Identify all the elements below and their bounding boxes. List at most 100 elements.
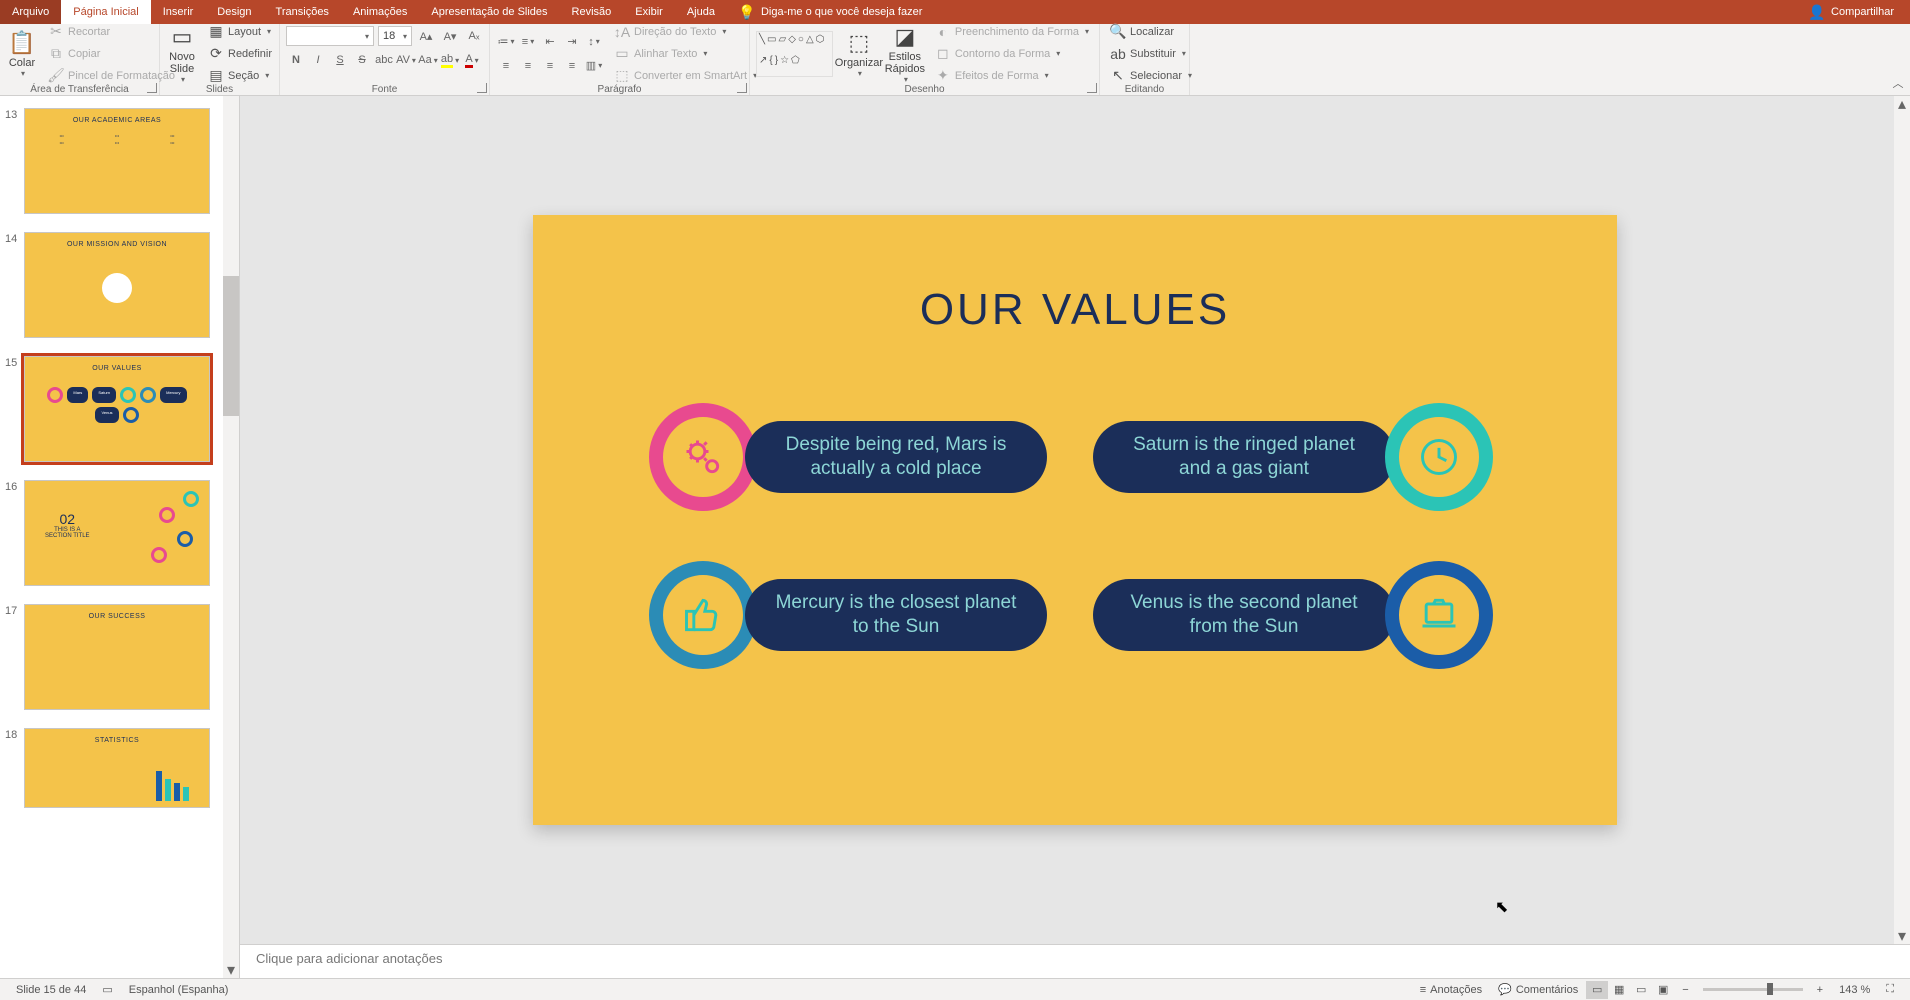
shape-effects-button[interactable]: ✦Efeitos de Forma▾ [931, 66, 1093, 86]
increase-font-button[interactable]: A▴ [416, 26, 436, 46]
normal-view-button[interactable]: ▭ [1586, 981, 1608, 999]
align-center-button[interactable]: ≡ [518, 56, 538, 76]
tab-slideshow[interactable]: Apresentação de Slides [419, 0, 559, 24]
slide-thumb-15[interactable]: 15 OUR VALUES Mars Saturn Mercury Venus [24, 356, 210, 462]
clear-format-button[interactable]: Aₓ [464, 26, 484, 46]
zoom-slider[interactable] [1703, 988, 1803, 991]
bold-button[interactable]: N [286, 50, 306, 70]
reading-view-button[interactable]: ▭ [1630, 981, 1652, 999]
language-button[interactable]: Espanhol (Espanha) [121, 984, 237, 996]
group-label: Parágrafo [490, 84, 749, 95]
reset-button[interactable]: ⟳Redefinir [204, 44, 276, 64]
comments-button[interactable]: 💬Comentários [1490, 983, 1586, 996]
tab-help[interactable]: Ajuda [675, 0, 727, 24]
tab-animations[interactable]: Animações [341, 0, 419, 24]
layout-button[interactable]: ▦Layout▾ [204, 22, 276, 42]
paragraph-launcher-icon[interactable] [737, 83, 747, 93]
bullets-button[interactable]: ≔▾ [496, 32, 516, 52]
sorter-view-button[interactable]: ▦ [1608, 981, 1630, 999]
zoom-out-button[interactable]: − [1674, 984, 1696, 996]
line-spacing-icon: ↕ [588, 36, 594, 48]
cut-button[interactable]: ✂Recortar [44, 22, 179, 42]
shape-fill-button[interactable]: ◐Preenchimento da Forma▾ [931, 22, 1093, 42]
zoom-handle[interactable] [1767, 983, 1773, 995]
value-ring-4 [1385, 561, 1493, 669]
scroll-thumb[interactable] [223, 276, 239, 416]
scroll-down-button[interactable]: ▾ [223, 962, 239, 978]
clipboard-launcher-icon[interactable] [147, 83, 157, 93]
align-left-button[interactable]: ≡ [496, 56, 516, 76]
new-slide-button[interactable]: ▭ Novo Slide ▾ [166, 21, 198, 86]
fit-window-button[interactable]: ⛶ [1878, 983, 1902, 996]
columns-button[interactable]: ▥▾ [584, 56, 604, 76]
find-button[interactable]: 🔍Localizar [1106, 22, 1178, 42]
text-direction-button[interactable]: ↕ADireção do Texto▾ [610, 22, 761, 42]
collapse-ribbon-button[interactable]: ︿ [1886, 24, 1910, 95]
find-icon: 🔍 [1110, 24, 1126, 40]
align-text-button[interactable]: ▭Alinhar Texto▾ [610, 44, 761, 64]
notes-placeholder: Clique para adicionar anotações [256, 951, 442, 966]
group-slides: ▭ Novo Slide ▾ ▦Layout▾ ⟳Redefinir ▤Seçã… [160, 24, 280, 95]
scroll-track[interactable] [223, 96, 239, 978]
justify-button[interactable]: ≡ [562, 56, 582, 76]
drawing-launcher-icon[interactable] [1087, 83, 1097, 93]
font-color-button[interactable]: A▾ [462, 50, 482, 70]
numbering-button[interactable]: ≡▾ [518, 32, 538, 52]
highlight-button[interactable]: ab▾ [440, 50, 460, 70]
thumb-title: OUR MISSION AND VISION [25, 241, 209, 248]
thumb-title: OUR ACADEMIC AREAS [25, 117, 209, 124]
notes-icon: ≡ [1420, 984, 1426, 996]
group-label: Editando [1100, 84, 1189, 95]
tab-view[interactable]: Exibir [623, 0, 675, 24]
shapes-gallery[interactable]: ╲▭▱◇○△ ⬡↗{}☆⬠ [756, 31, 833, 77]
value-card-2: Saturn is the ringed planet and a gas gi… [1093, 421, 1395, 493]
share-button[interactable]: 👤 Compartilhar [1793, 0, 1910, 24]
outdent-button[interactable]: ⇤ [540, 32, 560, 52]
group-label: Fonte [280, 84, 489, 95]
slide-canvas[interactable]: OUR VALUES Despite being red, Mars is ac… [533, 215, 1617, 825]
ribbon: 📋 Colar ▾ ✂Recortar ⧉Copiar 🖌Pincel de F… [0, 24, 1910, 96]
shadow-button[interactable]: abc [374, 50, 394, 70]
slide-counter[interactable]: Slide 15 de 44 [8, 984, 94, 996]
spellcheck-button[interactable]: ▭ [94, 983, 120, 996]
line-spacing-button[interactable]: ↕▾ [584, 32, 604, 52]
slide-thumb-13[interactable]: 13 OUR ACADEMIC AREAS •••••••••••••••••• [24, 108, 210, 214]
arrange-button[interactable]: ⬚ Organizar▾ [839, 27, 879, 80]
select-button[interactable]: ↖Selecionar▾ [1106, 66, 1196, 86]
tab-file[interactable]: Arquivo [0, 0, 61, 24]
copy-button[interactable]: ⧉Copiar [44, 44, 179, 64]
slideshow-view-button[interactable]: ▣ [1652, 981, 1674, 999]
font-name-combo[interactable]: ▾ [286, 26, 374, 46]
format-painter-button[interactable]: 🖌Pincel de Formatação [44, 66, 179, 86]
slide-thumb-14[interactable]: 14 OUR MISSION AND VISION [24, 232, 210, 338]
italic-button[interactable]: I [308, 50, 328, 70]
paste-button[interactable]: 📋 Colar ▾ [6, 27, 38, 80]
zoom-level[interactable]: 143 % [1831, 984, 1878, 996]
quick-styles-button[interactable]: ◪ Estilos Rápidos▾ [885, 21, 925, 86]
tab-home[interactable]: Página Inicial [61, 0, 150, 24]
slide-thumb-16[interactable]: 16 02 THIS IS A SECTION TITLE [24, 480, 210, 586]
slide-thumb-18[interactable]: 18 STATISTICS [24, 728, 210, 808]
editor-scrollbar[interactable]: ▴ ▾ [1894, 96, 1910, 944]
underline-button[interactable]: S [330, 50, 350, 70]
replace-button[interactable]: abSubstituir▾ [1106, 44, 1190, 64]
indent-button[interactable]: ⇥ [562, 32, 582, 52]
notes-pane[interactable]: Clique para adicionar anotações [240, 944, 1910, 978]
notes-button[interactable]: ≡Anotações [1412, 984, 1490, 996]
font-launcher-icon[interactable] [477, 83, 487, 93]
zoom-in-button[interactable]: + [1809, 984, 1831, 996]
fill-icon: ◐ [935, 24, 951, 40]
align-right-button[interactable]: ≡ [540, 56, 560, 76]
tab-transitions[interactable]: Transições [264, 0, 341, 24]
indent-icon: ⇥ [567, 35, 576, 48]
section-button[interactable]: ▤Seção▾ [204, 66, 276, 86]
change-case-button[interactable]: Aa▾ [418, 50, 438, 70]
shape-outline-button[interactable]: ◻Contorno da Forma▾ [931, 44, 1093, 64]
char-spacing-button[interactable]: AV▾ [396, 50, 416, 70]
decrease-font-button[interactable]: A▾ [440, 26, 460, 46]
slide-thumb-17[interactable]: 17 OUR SUCCESS [24, 604, 210, 710]
strike-button[interactable]: S [352, 50, 372, 70]
font-size-combo[interactable]: 18▾ [378, 26, 412, 46]
tab-review[interactable]: Revisão [560, 0, 624, 24]
thumb-subtitle: THIS IS A SECTION TITLE [45, 527, 90, 539]
